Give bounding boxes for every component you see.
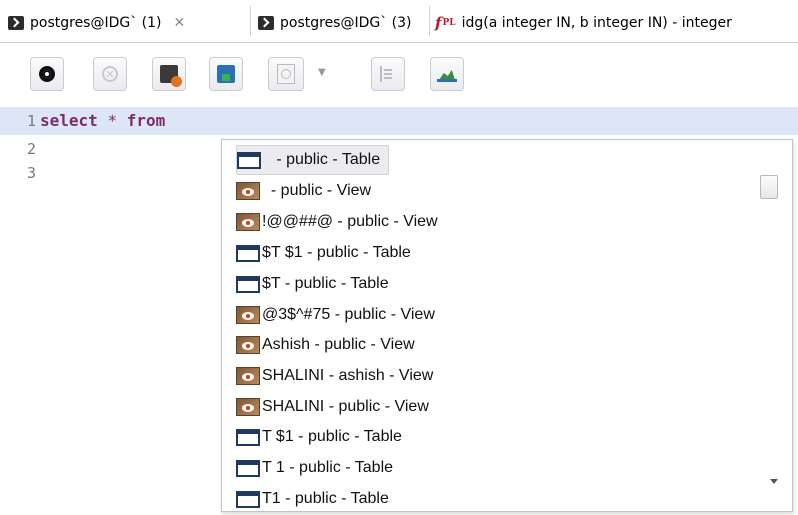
autocomplete-item-label: $T $1 - public - Table (262, 244, 411, 261)
explain-plan-button[interactable] (430, 57, 464, 91)
autocomplete-item[interactable]: - public - View (236, 177, 371, 205)
autocomplete-item[interactable]: T1 - public - Table (236, 485, 389, 511)
scroll-down-arrow-icon[interactable] (770, 479, 778, 484)
autocomplete-item[interactable]: - public - Table (236, 145, 390, 175)
tab-label: postgres@IDG` (3) (280, 15, 412, 31)
editor-line[interactable]: 1 select * from (0, 107, 798, 135)
autocomplete-item[interactable]: T $1 - public - Table (236, 423, 402, 451)
keyword-token: from (126, 111, 166, 130)
stop-icon: ✕ (102, 66, 118, 82)
tab-divider (429, 6, 430, 36)
autocomplete-item-label: SHALINI - ashish - View (262, 367, 434, 384)
autocomplete-item-label: SHALINI - public - View (262, 398, 429, 415)
table-icon (236, 244, 260, 262)
line-code[interactable]: select * from (40, 107, 165, 135)
tab-postgres-1[interactable]: postgres@IDG` (1) ✕ (8, 6, 185, 40)
autocomplete-scrollbar[interactable] (756, 140, 792, 511)
function-icon: f PL (435, 14, 456, 32)
tab-label: idg(a integer IN, b integer IN) - intege… (461, 15, 732, 31)
close-icon[interactable]: ✕ (174, 15, 186, 31)
line-number: 3 (26, 164, 36, 182)
view-icon (236, 398, 260, 416)
autocomplete-item[interactable]: $T - public - Table (236, 270, 389, 298)
tab-function-idg[interactable]: f PL idg(a integer IN, b integer IN) - in… (435, 6, 732, 40)
autocomplete-item-label: $T - public - Table (262, 275, 389, 292)
explain-button[interactable] (152, 57, 186, 91)
stop-button[interactable]: ✕ (93, 57, 127, 91)
save-results-icon (217, 65, 235, 83)
line-number: 1 (26, 112, 36, 130)
execute-icon (39, 66, 55, 82)
history-dropdown-arrow[interactable]: ▼ (318, 67, 326, 78)
operator-token: * (107, 111, 118, 130)
editor-tab-bar: postgres@IDG` (1) ✕ postgres@IDG` (3) fP… (0, 0, 798, 43)
autocomplete-item[interactable]: SHALINI - public - View (236, 393, 429, 421)
execute-button[interactable] (30, 57, 64, 91)
view-icon (236, 213, 260, 231)
autocomplete-popup[interactable]: - public - Table - public - View !@@##@ -… (221, 139, 793, 512)
tab-label: postgres@IDG` (1) (30, 15, 162, 31)
autocomplete-item[interactable]: $T $1 - public - Table (236, 239, 411, 267)
keyword-token: select (40, 111, 98, 130)
table-icon (236, 459, 260, 477)
autocomplete-item-label: - public - View (262, 182, 372, 199)
autocomplete-item[interactable]: SHALINI - ashish - View (236, 362, 433, 390)
scroll-thumb[interactable] (760, 175, 778, 199)
view-icon (236, 367, 260, 385)
view-icon (236, 336, 260, 354)
terminal-icon (258, 16, 274, 30)
autocomplete-item[interactable]: !@@##@ - public - View (236, 208, 438, 236)
autocomplete-item-label: - public - Table (263, 151, 381, 168)
table-icon (236, 490, 260, 508)
history-icon (277, 64, 295, 84)
table-icon (236, 428, 260, 446)
save-results-button[interactable] (209, 57, 243, 91)
autocomplete-item[interactable]: @3$^#75 - public - View (236, 301, 435, 329)
tab-postgres-3[interactable]: postgres@IDG` (3) (258, 6, 412, 40)
format-icon (380, 66, 396, 82)
autocomplete-item-label: T $1 - public - Table (262, 428, 402, 445)
autocomplete-item-label: Ashish - public - View (262, 336, 415, 353)
autocomplete-item-label: T 1 - public - Table (262, 459, 394, 476)
terminal-icon (8, 16, 24, 30)
autocomplete-item[interactable]: Ashish - public - View (236, 331, 415, 359)
explain-plan-icon (437, 66, 457, 82)
autocomplete-item-label: @3$^#75 - public - View (262, 306, 435, 323)
autocomplete-item-label: !@@##@ - public - View (262, 213, 438, 230)
explain-icon (160, 65, 182, 87)
autocomplete-item-label: T1 - public - Table (262, 490, 389, 507)
view-icon (236, 306, 260, 324)
format-button[interactable] (371, 57, 405, 91)
view-icon (236, 182, 260, 200)
history-button[interactable] (268, 57, 304, 91)
table-icon (236, 275, 260, 293)
tab-divider (250, 6, 251, 36)
table-icon (237, 151, 261, 169)
sql-editor-toolbar: ✕ ▼ (0, 43, 798, 107)
autocomplete-item[interactable]: T 1 - public - Table (236, 454, 393, 482)
